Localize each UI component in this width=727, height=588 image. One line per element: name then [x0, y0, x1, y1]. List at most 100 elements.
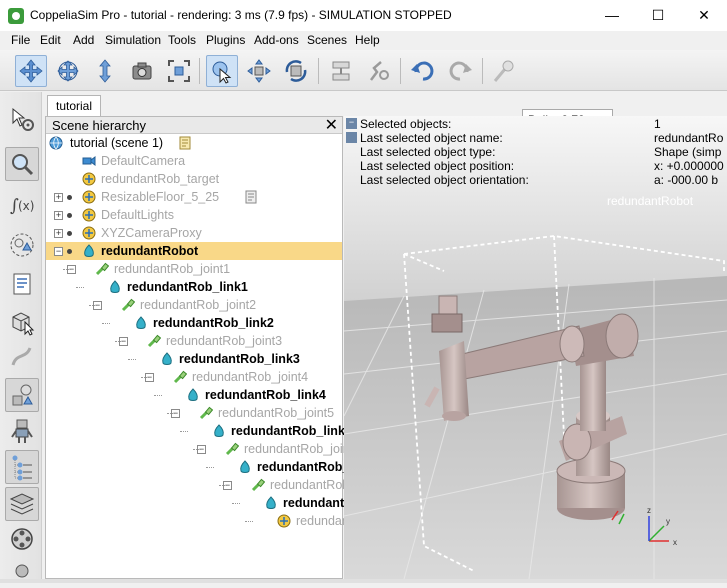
scripts-icon[interactable]: ∫ (x) — [5, 188, 39, 222]
physics-engine-icon[interactable] — [487, 55, 519, 87]
menu-add-ons[interactable]: Add-ons — [254, 33, 299, 47]
tree-item-label: redundantRob_joint6 — [244, 442, 361, 456]
tree-item-label: redundantRob_joint2 — [140, 298, 257, 312]
tree-item-xyzcameraproxy[interactable]: + XYZCameraProxy — [46, 224, 342, 242]
model-browser-icon[interactable] — [5, 378, 39, 412]
minimize-button[interactable]: — — [589, 0, 635, 31]
menu-file[interactable]: File — [11, 33, 30, 47]
video-recorder-icon[interactable] — [5, 522, 39, 556]
camera-rotate-icon[interactable] — [52, 55, 84, 87]
tree-item-redundantrob-link7[interactable]: redundantRob_link7 — [46, 494, 404, 512]
tree-item-label: redundantRob_joint4 — [192, 370, 309, 384]
svg-text:x: x — [673, 538, 677, 547]
object-translate-icon[interactable] — [243, 55, 275, 87]
tree-connector — [219, 485, 227, 486]
tree-item-redundantrob-link2[interactable]: redundantRob_link2 — [46, 314, 342, 332]
camera-angle-icon[interactable] — [126, 55, 158, 87]
close-icon[interactable]: ✕ — [325, 115, 338, 135]
tree-item-defaultlights[interactable]: + DefaultLights — [46, 206, 342, 224]
path-edit-icon[interactable] — [5, 340, 39, 374]
scene-hierarchy-title: Scene hierarchy — [52, 118, 146, 133]
collapse-icon[interactable]: − — [54, 247, 63, 256]
tree-item-redundantrob-link1[interactable]: redundantRob_link1 — [46, 278, 342, 296]
undo-icon[interactable] — [407, 55, 439, 87]
tree-item-redundantrob-link5[interactable]: redundantRob_link5 — [46, 422, 352, 440]
tree-connector — [245, 521, 253, 522]
scene-object-properties-icon[interactable] — [5, 102, 39, 136]
tree-connector — [102, 323, 110, 324]
dummy-icon — [277, 514, 291, 528]
layers-icon[interactable] — [5, 487, 39, 521]
menu-tools[interactable]: Tools — [168, 33, 196, 47]
info-toggle-icon[interactable] — [346, 132, 357, 143]
script-icon[interactable] — [178, 136, 192, 150]
info-row: Last selected object orientation: a: -000… — [360, 173, 727, 187]
transfer-dna-icon[interactable] — [362, 55, 394, 87]
expand-icon[interactable]: + — [54, 229, 63, 238]
tree-item-label: redundantRobot — [101, 244, 199, 258]
tree-item-redundantrob-joint4[interactable]: − redundantRob_joint4 — [46, 368, 342, 386]
assemble-icon[interactable] — [325, 55, 357, 87]
info-value: a: -000.00 b — [654, 173, 719, 187]
tree-item-redundantrob-tip[interactable]: redundantRob_tip — [46, 512, 395, 530]
tree-connector — [141, 377, 149, 378]
menu-scenes[interactable]: Scenes — [307, 33, 347, 47]
tree-item-label: ResizableFloor_5_25 — [101, 190, 220, 204]
expand-icon[interactable]: + — [54, 193, 63, 202]
scene-tab-bar: tutorial — [44, 92, 727, 117]
info-row: Last selected object type: Shape (simp — [360, 145, 727, 159]
tree-item-label: DefaultCamera — [101, 154, 186, 168]
menu-edit[interactable]: Edit — [40, 33, 61, 47]
tree-item-redundantrob-joint3[interactable]: − redundantRob_joint3 — [46, 332, 342, 350]
object-select-icon[interactable] — [206, 55, 238, 87]
tree-item-redundantrob-joint6[interactable]: − redundantRob_joint6 — [46, 440, 360, 458]
tree-item-defaultcamera[interactable]: DefaultCamera — [46, 152, 342, 170]
tree-item-redundantrob-link3[interactable]: redundantRob_link3 — [46, 350, 342, 368]
tree-item-label: redundantRob_joint1 — [114, 262, 231, 276]
close-window-button[interactable]: ✕ — [681, 0, 727, 31]
tree-item-redundantrob-link6[interactable]: redundantRob_link6 — [46, 458, 378, 476]
menu-bar: File Edit Add Simulation Tools Plugins A… — [0, 31, 727, 50]
shapes-edit-icon[interactable] — [5, 305, 39, 339]
collapse-info-icon[interactable]: − — [346, 118, 357, 129]
scene-hierarchy-icon[interactable] — [5, 450, 39, 484]
redo-icon[interactable] — [444, 55, 476, 87]
joint-icon — [147, 334, 162, 348]
tree-item-redundantrob-target[interactable]: redundantRob_target — [46, 170, 342, 188]
calculation-modules-icon[interactable] — [5, 147, 39, 181]
menu-add[interactable]: Add — [73, 33, 94, 47]
fit-to-view-icon[interactable] — [163, 55, 195, 87]
selected-object-label: redundantRobot — [607, 194, 694, 208]
tree-item-redundantrob-joint2[interactable]: − redundantRob_joint2 — [46, 296, 342, 314]
camera-pan-icon[interactable] — [15, 55, 47, 87]
3d-viewport[interactable]: x y z − Selected objects: 1 Last selected … — [344, 116, 727, 579]
simulation-settings-icon[interactable] — [5, 267, 39, 301]
tree-item-redundantrob-joint7[interactable]: − redundantRob_joint7 — [46, 476, 386, 494]
maximize-button[interactable]: ☐ — [635, 0, 681, 31]
scene-hierarchy-panel: Scene hierarchy ✕ tutorial (scene 1) Def… — [45, 116, 404, 579]
menu-simulation[interactable]: Simulation — [105, 33, 161, 47]
menu-help[interactable]: Help — [355, 33, 380, 47]
script-icon[interactable] — [244, 190, 258, 204]
tree-item-label: DefaultLights — [101, 208, 174, 222]
tree-item-scene[interactable]: tutorial (scene 1) — [46, 134, 342, 152]
tree-item-redundantrobot[interactable]: − redundantRobot — [46, 242, 342, 260]
tab-tutorial[interactable]: tutorial — [47, 95, 101, 117]
status-bar — [0, 579, 727, 583]
dummy-icon — [82, 190, 96, 204]
tree-item-redundantrob-joint1[interactable]: − redundantRob_joint1 — [46, 260, 342, 278]
shape-icon — [264, 496, 278, 510]
camera-shift-icon[interactable] — [89, 55, 121, 87]
object-rotate-icon[interactable] — [280, 55, 312, 87]
tree-item-redundantrob-joint5[interactable]: − redundantRob_joint5 — [46, 404, 342, 422]
robot-model-icon[interactable] — [5, 414, 39, 448]
tree-item-redundantrob-link4[interactable]: redundantRob_link4 — [46, 386, 342, 404]
visibility-dot-icon — [67, 231, 72, 236]
menu-plugins[interactable]: Plugins — [206, 33, 245, 47]
tree-item-resizablefloor-5-25[interactable]: + ResizableFloor_5_25 — [46, 188, 342, 206]
tree-connector — [180, 431, 188, 432]
expand-icon[interactable]: + — [54, 211, 63, 220]
scene-hierarchy-header: Scene hierarchy ✕ — [46, 117, 342, 134]
tree-item-label: redundantRob_link3 — [179, 352, 300, 366]
collections-icon[interactable] — [5, 228, 39, 262]
